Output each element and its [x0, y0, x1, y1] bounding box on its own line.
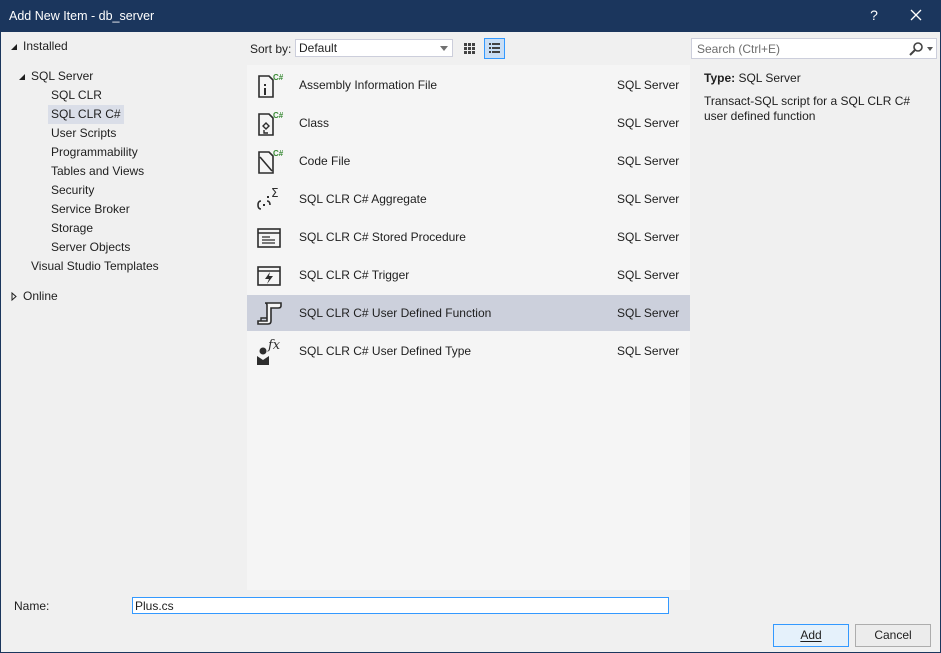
collapsed-arrow-icon[interactable]: [9, 287, 19, 306]
stored-procedure-icon: [257, 228, 281, 248]
list-item[interactable]: C# Assembly Information File SQL Server: [247, 67, 690, 103]
template-list: C# Assembly Information File SQL Server …: [247, 65, 690, 590]
item-category: SQL Server: [617, 344, 680, 358]
user-defined-function-icon: [257, 302, 282, 325]
tree-node-server-objects[interactable]: Server Objects: [51, 238, 130, 257]
item-category: SQL Server: [617, 154, 680, 168]
tree-node-installed[interactable]: Installed: [11, 37, 68, 56]
name-field[interactable]: [132, 597, 669, 614]
tree-node-service-broker[interactable]: Service Broker: [51, 200, 130, 219]
sort-by-value: Default: [299, 41, 338, 55]
item-category: SQL Server: [617, 192, 680, 206]
details-pane: Type: SQL Server Transact-SQL script for…: [704, 71, 934, 124]
item-name: SQL CLR C# User Defined Function: [299, 306, 492, 320]
type-row: Type: SQL Server: [704, 71, 934, 85]
tree-node-user-scripts[interactable]: User Scripts: [51, 124, 116, 143]
tree-node-sql-clr-csharp[interactable]: SQL CLR C#: [48, 105, 124, 124]
type-value: SQL Server: [738, 71, 801, 85]
medium-icons-view-button[interactable]: [459, 38, 480, 59]
tree-node-online[interactable]: Online: [11, 287, 58, 306]
item-category: SQL Server: [617, 230, 680, 244]
tree-node-sql-server[interactable]: SQL Server: [19, 67, 94, 86]
search-options-chevron-icon[interactable]: [927, 47, 933, 51]
tree-label-online: Online: [23, 289, 58, 303]
svg-text:C#: C#: [273, 73, 284, 82]
svg-text:C#: C#: [273, 149, 284, 158]
item-category: SQL Server: [617, 78, 680, 92]
item-category: SQL Server: [617, 268, 680, 282]
item-name: SQL CLR C# Aggregate: [299, 192, 427, 206]
item-category: SQL Server: [617, 306, 680, 320]
cancel-button-label: Cancel: [874, 628, 912, 642]
cancel-button[interactable]: Cancel: [855, 624, 931, 647]
chevron-down-icon: [440, 46, 448, 51]
item-category: SQL Server: [617, 116, 680, 130]
tree-label: SQL CLR: [51, 88, 102, 102]
list-item[interactable]: C# Class SQL Server: [247, 105, 690, 141]
tree-label: Security: [51, 183, 95, 197]
grid-view-icon: [464, 43, 475, 54]
search-icon[interactable]: [908, 41, 924, 57]
window-title: Add New Item - db_server: [9, 9, 155, 23]
tree-node-visual-studio-templates[interactable]: Visual Studio Templates: [31, 257, 159, 276]
list-item-selected[interactable]: SQL CLR C# User Defined Function SQL Ser…: [247, 295, 690, 331]
list-item[interactable]: C# Code File SQL Server: [247, 143, 690, 179]
tree-label: User Scripts: [51, 126, 117, 140]
aggregate-icon: Σ: [257, 186, 279, 210]
trigger-icon: [257, 266, 281, 286]
list-view-icon: [489, 43, 500, 53]
list-item[interactable]: Σ SQL CLR C# Aggregate SQL Server: [247, 181, 690, 217]
tree-node-storage[interactable]: Storage: [51, 219, 93, 238]
close-button[interactable]: [908, 7, 924, 23]
item-name: SQL CLR C# Stored Procedure: [299, 230, 466, 244]
help-button[interactable]: ?: [866, 7, 882, 23]
class-icon: C#: [258, 111, 284, 136]
svg-text:C#: C#: [273, 111, 284, 120]
tree-label-installed: Installed: [23, 39, 68, 53]
expanded-arrow-icon[interactable]: [9, 37, 19, 56]
list-toolbar: Sort by: Default: [247, 38, 690, 60]
item-description: Transact-SQL script for a SQL CLR C# use…: [704, 94, 911, 123]
item-name: Code File: [299, 154, 351, 168]
tree-node-sql-clr[interactable]: SQL CLR: [51, 86, 102, 105]
search-input[interactable]: [695, 40, 905, 57]
tree-label-sql-server: SQL Server: [31, 69, 94, 83]
tree-node-security[interactable]: Security: [51, 181, 94, 200]
add-new-item-dialog: Add New Item - db_server ? Installed SQL…: [0, 0, 941, 653]
search-box: [691, 38, 937, 59]
svg-text:fx: fx: [267, 338, 281, 353]
close-icon: [910, 9, 922, 21]
sort-by-dropdown[interactable]: Default: [295, 39, 453, 57]
title-bar: Add New Item - db_server ?: [1, 1, 940, 32]
expanded-arrow-icon[interactable]: [17, 67, 27, 86]
bottom-bar: Name: Add Cancel: [1, 590, 940, 652]
template-tree: Installed SQL Server SQL CLR SQL CLR C# …: [1, 32, 244, 590]
list-item[interactable]: SQL CLR C# Trigger SQL Server: [247, 257, 690, 293]
add-button-label: Add: [800, 628, 822, 642]
name-label: Name:: [14, 599, 50, 613]
tree-label: Server Objects: [51, 240, 131, 254]
svg-text:Σ: Σ: [271, 186, 279, 200]
tree-node-programmability[interactable]: Programmability: [51, 143, 138, 162]
tree-label: Service Broker: [51, 202, 130, 216]
list-item[interactable]: fx SQL CLR C# User Defined Type SQL Serv…: [247, 333, 690, 369]
item-name: Assembly Information File: [299, 78, 438, 92]
list-item[interactable]: SQL CLR C# Stored Procedure SQL Server: [247, 219, 690, 255]
list-view-button[interactable]: [484, 38, 505, 59]
user-defined-type-icon: fx: [257, 338, 281, 365]
tree-label: Tables and Views: [51, 164, 145, 178]
sort-by-label: Sort by:: [250, 42, 292, 56]
add-button[interactable]: Add: [773, 624, 849, 647]
tree-label: Visual Studio Templates: [31, 259, 159, 273]
item-name: SQL CLR C# User Defined Type: [299, 344, 472, 358]
tree-label: Storage: [51, 221, 94, 235]
type-label: Type:: [704, 71, 736, 85]
item-name: Class: [299, 116, 330, 130]
tree-node-tables-and-views[interactable]: Tables and Views: [51, 162, 144, 181]
item-name: SQL CLR C# Trigger: [299, 268, 410, 282]
code-file-icon: C#: [258, 149, 284, 174]
assembly-info-icon: C#: [258, 73, 284, 98]
tree-label: Programmability: [51, 145, 138, 159]
tree-label: SQL CLR C#: [51, 107, 121, 121]
